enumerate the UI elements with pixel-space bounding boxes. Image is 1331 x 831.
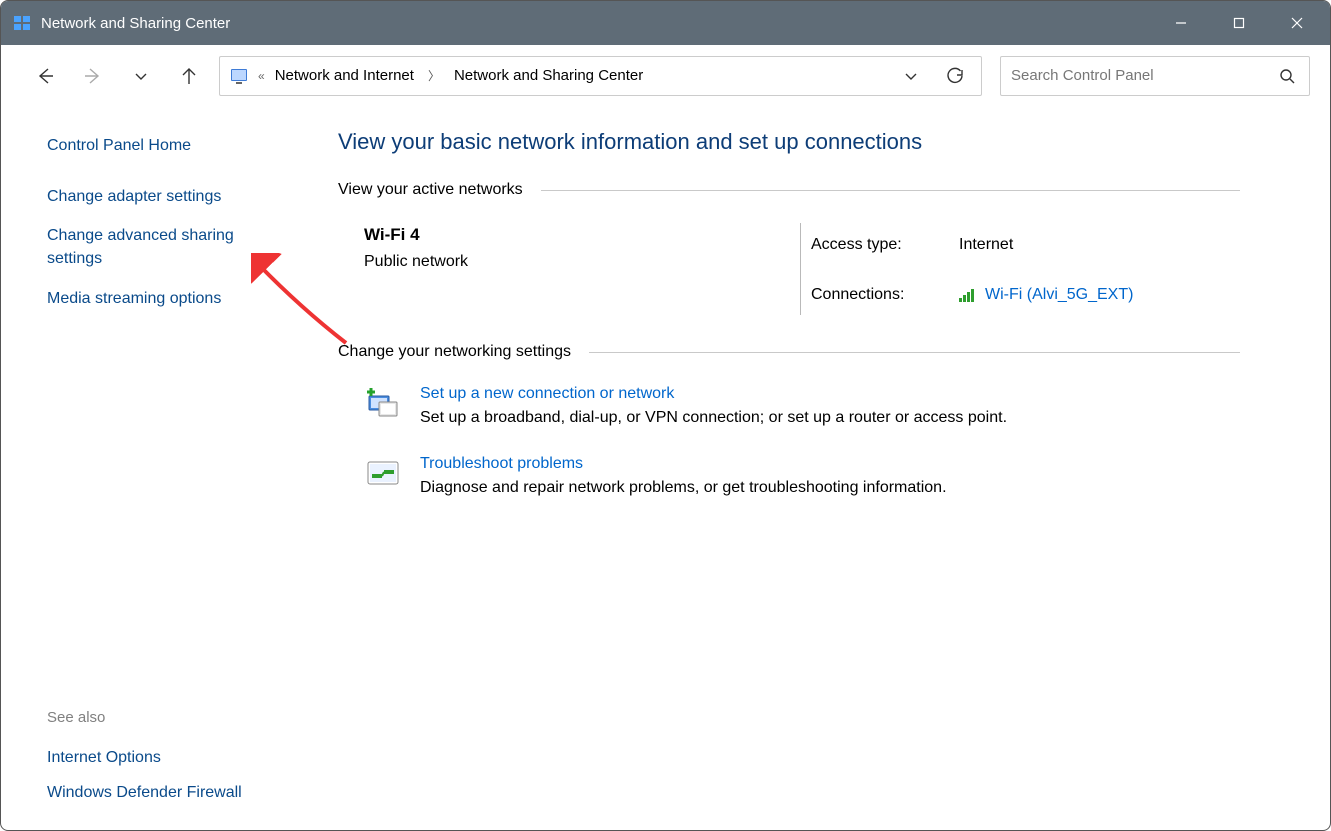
page-title: View your basic network information and …	[338, 129, 1240, 155]
access-type-label: Access type:	[811, 236, 941, 254]
windows-defender-firewall-link[interactable]: Windows Defender Firewall	[47, 775, 286, 810]
control-panel-home-link[interactable]: Control Panel Home	[47, 131, 286, 177]
title-bar: Network and Sharing Center	[1, 1, 1330, 45]
access-type-value: Internet	[959, 236, 1133, 254]
active-networks-header: View your active networks	[338, 181, 523, 199]
active-network-panel: Wi-Fi 4 Public network Access type: Inte…	[338, 217, 1240, 343]
troubleshoot-item: Troubleshoot problems Diagnose and repai…	[338, 449, 1240, 519]
setup-connection-desc: Set up a broadband, dial-up, or VPN conn…	[420, 409, 1007, 427]
sidebar: Control Panel Home Change adapter settin…	[1, 107, 306, 830]
troubleshoot-desc: Diagnose and repair network problems, or…	[420, 479, 947, 497]
forward-button[interactable]	[69, 56, 117, 96]
setup-connection-link[interactable]: Set up a new connection or network	[420, 385, 1007, 403]
see-also-header: See also	[47, 709, 286, 740]
network-name: Wi-Fi 4	[364, 225, 794, 245]
main-content: View your basic network information and …	[306, 107, 1330, 830]
connection-link[interactable]: Wi-Fi (Alvi_5G_EXT)	[985, 286, 1133, 304]
network-type: Public network	[364, 253, 794, 271]
recent-locations-button[interactable]	[117, 56, 165, 96]
breadcrumb-network-and-sharing-center[interactable]: Network and Sharing Center	[452, 63, 645, 88]
search-box[interactable]	[1000, 56, 1310, 96]
internet-options-link[interactable]: Internet Options	[47, 740, 286, 775]
app-icon	[13, 14, 31, 32]
change-networking-settings-header: Change your networking settings	[338, 343, 571, 361]
search-input[interactable]	[1011, 67, 1275, 84]
chevron-right-icon[interactable]: 〉	[424, 67, 444, 84]
setup-connection-icon	[364, 385, 402, 423]
media-streaming-options-link[interactable]: Media streaming options	[47, 279, 286, 318]
breadcrumb-overflow-icon[interactable]: «	[258, 69, 265, 83]
back-button[interactable]	[21, 56, 69, 96]
change-advanced-sharing-settings-link[interactable]: Change advanced sharing settings	[47, 216, 286, 278]
refresh-button[interactable]	[937, 58, 973, 94]
setup-connection-item: Set up a new connection or network Set u…	[338, 379, 1240, 449]
search-icon[interactable]	[1275, 64, 1299, 88]
close-button[interactable]	[1268, 1, 1326, 45]
wifi-signal-icon	[959, 288, 977, 302]
address-bar[interactable]: « Network and Internet 〉 Network and Sha…	[219, 56, 982, 96]
toolbar: « Network and Internet 〉 Network and Sha…	[1, 45, 1330, 107]
change-adapter-settings-link[interactable]: Change adapter settings	[47, 177, 286, 216]
history-dropdown-button[interactable]	[893, 58, 929, 94]
breadcrumb-network-and-internet[interactable]: Network and Internet	[273, 63, 416, 88]
divider	[589, 352, 1240, 353]
divider	[541, 190, 1240, 191]
maximize-button[interactable]	[1210, 1, 1268, 45]
connections-label: Connections:	[811, 286, 941, 304]
control-panel-icon	[228, 65, 250, 87]
minimize-button[interactable]	[1152, 1, 1210, 45]
window-title: Network and Sharing Center	[41, 15, 230, 32]
vertical-divider	[800, 223, 801, 315]
troubleshoot-icon	[364, 455, 402, 493]
troubleshoot-link[interactable]: Troubleshoot problems	[420, 455, 947, 473]
up-button[interactable]	[165, 56, 213, 96]
